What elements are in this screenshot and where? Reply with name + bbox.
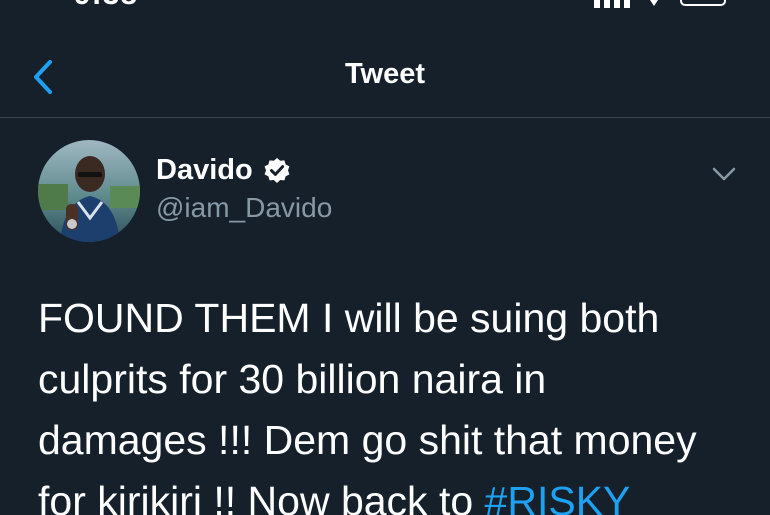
avatar-image [38,140,140,242]
tweet-text-segment: for kirikiri !! Now back to [38,478,485,515]
avatar[interactable] [38,140,140,242]
display-name: Davido [156,154,253,186]
tweet-detail: Davido @iam_Davido FOUND THEM I will be … [0,118,770,515]
author-handle[interactable]: @iam_Davido [156,192,332,224]
tweet-text-line: damages !!! Dem go shit that money [38,417,697,463]
verified-badge-icon [264,157,290,183]
status-time: 9:38 [74,0,138,12]
chevron-down-icon [712,167,736,181]
author-name-row[interactable]: Davido [156,154,291,187]
tweet-text-line: FOUND THEM I will be suing both [38,295,660,341]
navigation-bar: Tweet [0,40,770,118]
wifi-icon [650,0,658,6]
tweet-text-line: culprits for 30 billion naira in [38,356,547,402]
tweet-text: FOUND THEM I will be suing both culprits… [38,288,738,515]
hashtag-link[interactable]: #RISKY [485,478,631,515]
tweet-text-line: for kirikiri !! Now back to #RISKY [38,471,738,515]
status-bar: 9:38 [0,0,770,12]
tweet-options-button[interactable] [708,162,740,186]
battery-icon [680,0,726,6]
page-title: Tweet [344,58,426,90]
signal-icon [594,0,630,8]
